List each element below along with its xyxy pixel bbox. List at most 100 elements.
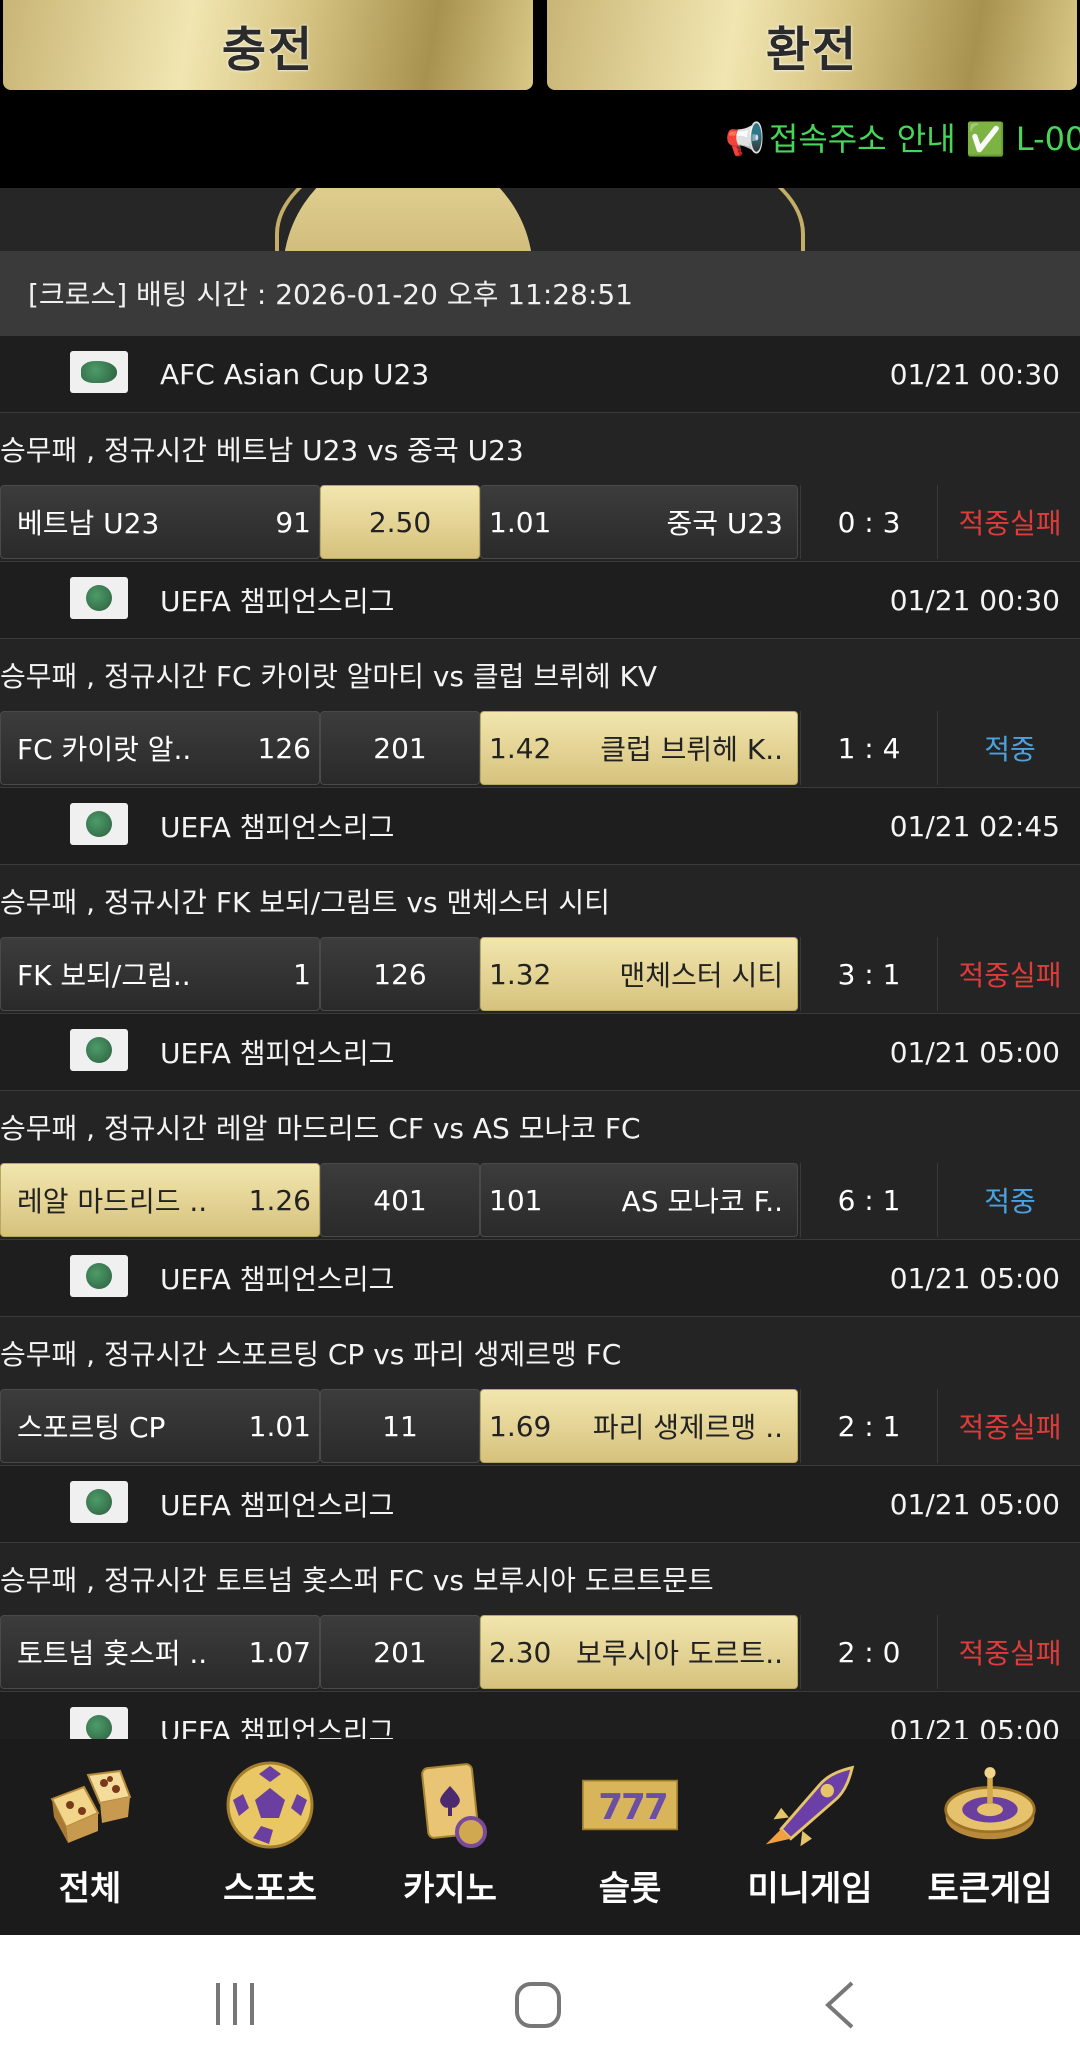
odds-row: 토트넘 홋스퍼 .. 1.07 201 2.30 보루시아 도르트.. 2 : 0 적중실패 <box>0 1615 1080 1691</box>
league-name: UEFA 챔피언스리그 <box>160 1489 395 1522</box>
match-title: 승무패 , 정규시간 스포르팅 CP vs 파리 생제르맹 FC <box>0 1317 1080 1389</box>
nav-slot[interactable]: 7 7 7 슬롯 <box>540 1739 720 1935</box>
away-odds-button[interactable]: 1.32 맨체스터 시티 <box>480 937 798 1011</box>
nav-casino[interactable]: 카지노 <box>360 1739 540 1935</box>
final-score: 0 : 3 <box>800 485 938 559</box>
home-team-name: 레알 마드리드 .. <box>17 1185 208 1218</box>
league-name: UEFA 챔피언스리그 <box>160 1263 395 1296</box>
nav-token-game[interactable]: 토큰게임 <box>900 1739 1080 1935</box>
exchange-button[interactable]: 환전 <box>547 0 1077 90</box>
nav-minigame[interactable]: 미니게임 <box>720 1739 900 1935</box>
dice-icon <box>42 1757 138 1853</box>
charge-button[interactable]: 충전 <box>3 0 533 90</box>
away-team-name: 파리 생제르맹 .. <box>592 1411 783 1444</box>
away-odds-value: 1.69 <box>489 1409 552 1443</box>
home-odds-button[interactable]: FK 보되/그림.. 1 <box>0 937 320 1011</box>
odds-row: FC 카이랏 알.. 126 201 1.42 클럽 브뤼헤 K.. 1 : 4 적중 <box>0 711 1080 787</box>
league-row: UEFA 챔피언스리그 01/21 05:00 <box>0 1691 1080 1739</box>
recent-apps-icon[interactable] <box>212 1981 258 2031</box>
nav-all[interactable]: 전체 <box>0 1739 180 1935</box>
home-odds-value: 1.26 <box>248 1183 311 1217</box>
ticker-message: 접속주소 안내 ✅ L-00 <box>768 120 1080 158</box>
away-odds-value: 1.32 <box>489 957 552 991</box>
league-flag-icon <box>70 803 128 845</box>
globe-icon <box>86 1715 112 1739</box>
home-odds-button[interactable]: FC 카이랏 알.. 126 <box>0 711 320 785</box>
away-odds-button[interactable]: 1.69 파리 생제르맹 .. <box>480 1389 798 1463</box>
match-time: 01/21 05:00 <box>889 1487 1060 1521</box>
away-team-name: 중국 U23 <box>666 507 783 540</box>
globe-icon <box>86 585 112 611</box>
league-name: AFC Asian Cup U23 <box>160 357 430 391</box>
away-team-name: 맨체스터 시티 <box>619 959 783 992</box>
home-team-name: 토트넘 홋스퍼 .. <box>17 1637 208 1670</box>
draw-odds-button[interactable]: 201 <box>320 711 480 785</box>
nav-label: 미니게임 <box>747 1869 873 1909</box>
final-score: 1 : 4 <box>800 711 938 785</box>
match-title: 승무패 , 정규시간 FC 카이랏 알마티 vs 클럽 브뤼헤 KV <box>0 639 1080 711</box>
nav-label: 전체 <box>58 1869 122 1909</box>
away-odds-button[interactable]: 1.42 클럽 브뤼헤 K.. <box>480 711 798 785</box>
nav-label: 슬롯 <box>598 1869 662 1909</box>
away-team-name: 클럽 브뤼헤 K.. <box>600 733 783 766</box>
league-name: UEFA 챔피언스리그 <box>160 811 395 844</box>
match-time: 01/21 05:00 <box>889 1713 1060 1740</box>
rocket-icon <box>762 1757 858 1853</box>
odds-row: 스포르팅 CP 1.01 11 1.69 파리 생제르맹 .. 2 : 1 적중실패 <box>0 1389 1080 1465</box>
draw-odds-button[interactable]: 201 <box>320 1615 480 1689</box>
svg-text:7: 7 <box>621 1787 646 1828</box>
home-odds-value: 1.01 <box>248 1409 311 1443</box>
league-flag-icon <box>70 1481 128 1523</box>
match-time: 01/21 00:30 <box>889 357 1060 391</box>
away-odds-value: 1.42 <box>489 731 552 765</box>
home-odds-button[interactable]: 베트남 U23 91 <box>0 485 320 559</box>
league-name: UEFA 챔피언스리그 <box>160 1037 395 1070</box>
odds-row: 베트남 U23 91 2.50 1.01 중국 U23 0 : 3 적중실패 <box>0 485 1080 561</box>
notice-ticker[interactable]: 📢 접속주소 안내 ✅ L-00 <box>0 90 1080 188</box>
home-odds-button[interactable]: 레알 마드리드 .. 1.26 <box>0 1163 320 1237</box>
bottom-nav: 전체 스포츠 카지노 7 7 7 슬롯 미니게임 토큰게임 <box>0 1739 1080 1935</box>
globe-icon <box>86 1037 112 1063</box>
nav-label: 토큰게임 <box>927 1869 1053 1909</box>
final-score: 2 : 0 <box>800 1615 938 1689</box>
match-title: 승무패 , 정규시간 FK 보되/그림트 vs 맨체스터 시티 <box>0 865 1080 937</box>
away-odds-button[interactable]: 1.01 중국 U23 <box>480 485 798 559</box>
final-score: 3 : 1 <box>800 937 938 1011</box>
home-icon[interactable] <box>514 1981 562 2033</box>
league-row: UEFA 챔피언스리그 01/21 05:00 <box>0 1013 1080 1091</box>
draw-odds-button[interactable]: 401 <box>320 1163 480 1237</box>
cards-icon <box>402 1757 498 1853</box>
match-time: 01/21 05:00 <box>889 1261 1060 1295</box>
match-time: 01/21 05:00 <box>889 1035 1060 1069</box>
globe-icon <box>86 1263 112 1289</box>
draw-odds-button[interactable]: 11 <box>320 1389 480 1463</box>
nav-label: 스포츠 <box>223 1869 317 1909</box>
away-odds-button[interactable]: 2.30 보루시아 도르트.. <box>480 1615 798 1689</box>
league-flag-icon <box>70 351 128 393</box>
league-flag-icon <box>70 1255 128 1297</box>
away-odds-button[interactable]: 101 AS 모나코 F.. <box>480 1163 798 1237</box>
league-flag-icon <box>70 1707 128 1739</box>
home-odds-value: 1 <box>293 957 311 991</box>
match-title: 승무패 , 정규시간 토트넘 홋스퍼 FC vs 보루시아 도르트문트 <box>0 1543 1080 1615</box>
globe-icon <box>86 1489 112 1515</box>
league-name: UEFA 챔피언스리그 <box>160 1715 395 1739</box>
arc-gold-button <box>283 188 533 251</box>
league-name: UEFA 챔피언스리그 <box>160 585 395 618</box>
draw-odds-button[interactable]: 126 <box>320 937 480 1011</box>
home-odds-button[interactable]: 토트넘 홋스퍼 .. 1.07 <box>0 1615 320 1689</box>
roulette-icon <box>942 1757 1038 1853</box>
final-score: 6 : 1 <box>800 1163 938 1237</box>
league-row: UEFA 챔피언스리그 01/21 00:30 <box>0 561 1080 639</box>
nav-sports[interactable]: 스포츠 <box>180 1739 360 1935</box>
home-odds-button[interactable]: 스포르팅 CP 1.01 <box>0 1389 320 1463</box>
home-team-name: 베트남 U23 <box>17 507 160 540</box>
final-score: 2 : 1 <box>800 1389 938 1463</box>
away-odds-value: 101 <box>489 1183 543 1217</box>
away-team-name: AS 모나코 F.. <box>621 1185 783 1218</box>
home-team-name: 스포르팅 CP <box>17 1411 166 1444</box>
bet-time-header: [크로스] 배팅 시간 : 2026-01-20 오후 11:28:51 <box>0 251 1080 335</box>
bet-history-list[interactable]: AFC Asian Cup U23 01/21 00:30 승무패 , 정규시간 베… <box>0 335 1080 1739</box>
back-icon[interactable] <box>822 1981 858 2033</box>
draw-odds-button[interactable]: 2.50 <box>320 485 480 559</box>
